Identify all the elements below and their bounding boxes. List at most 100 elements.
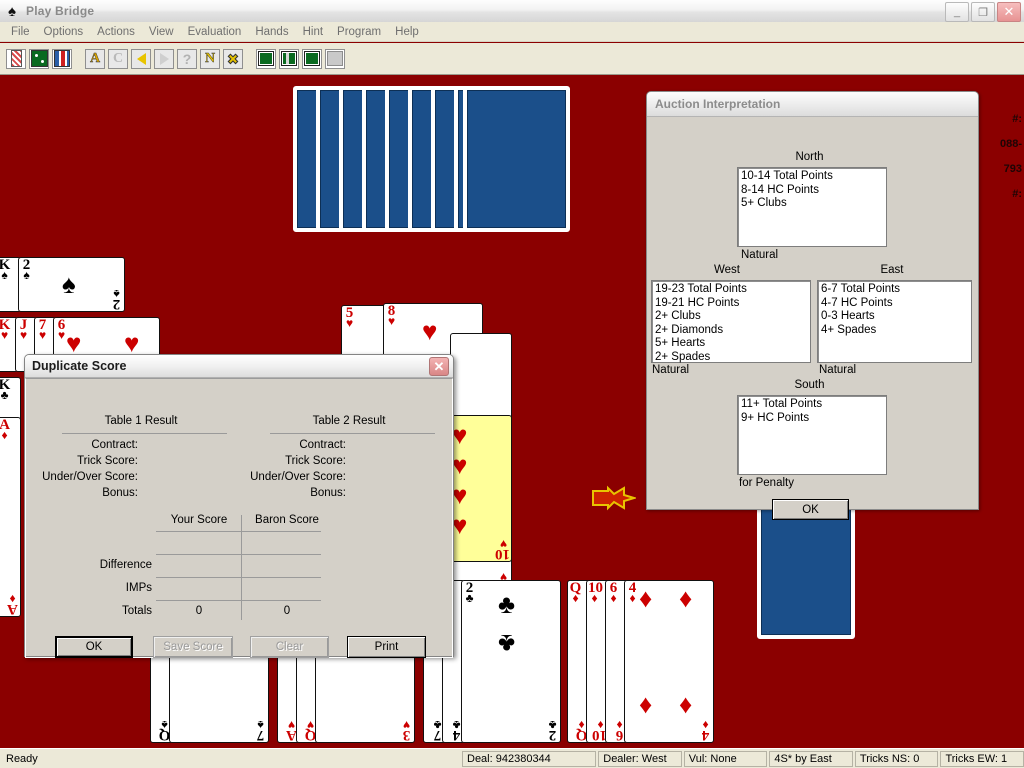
south-line-2: 9+ HC Points [741,412,883,426]
table2-field-trick: Trick Score: [254,455,346,467]
spade-app-icon: ♠ [4,3,20,19]
status-tricks-ew: Tricks EW: 1 [940,751,1024,767]
dialog-ok-label: OK [86,641,103,653]
table1-field-contract: Contract: [46,439,138,451]
edge-text-4: #: [1012,185,1022,203]
maximize-button[interactable]: ❐ [971,2,995,22]
auction-interpretation-window: Auction Interpretation North 10-14 Total… [646,91,979,510]
auction-body: North 10-14 Total Points 8-14 HC Points … [647,117,978,510]
menu-help[interactable]: Help [388,24,426,40]
status-deal: Deal: 942380344 [462,751,596,767]
south-card-4d[interactable]: 4♦ 4♦ ♦ ♦ ♦ ♦ [624,580,714,743]
facedown-card[interactable] [463,86,570,232]
replay-icon[interactable] [302,49,322,69]
dialog-save-score-label: Save Score [163,641,222,653]
dialog-body: Table 1 Result Contract: Trick Score: Un… [25,378,453,658]
dialog-save-score-button[interactable]: Save Score [153,636,233,658]
menu-actions[interactable]: Actions [90,24,142,40]
auction-title: Auction Interpretation [655,97,780,111]
north-bid-box: 10-14 Total Points 8-14 HC Points 5+ Clu… [737,167,887,247]
dialog-clear-button[interactable]: Clear [250,636,329,658]
south-bid-box: 11+ Total Points 9+ HC Points [737,395,887,475]
menu-file[interactable]: File [4,24,37,40]
dialog-ok-button[interactable]: OK [55,636,133,658]
auction-title-bar: Auction Interpretation [647,92,978,117]
east-line-4: 4+ Spades [821,324,968,338]
north-note: Natural [741,249,778,261]
score-table-icon[interactable] [256,49,276,69]
claim-icon[interactable]: ✖ [223,49,243,69]
west-line-1: 19-23 Total Points [655,283,807,297]
score-col-baron: Baron Score [244,514,330,526]
score-row-label-totals: Totals [66,605,152,617]
west-line-3: 2+ Clubs [655,310,807,324]
dialog-title: Duplicate Score [32,359,126,373]
east-line-2: 4-7 HC Points [821,297,968,311]
table2-field-bonus: Bonus: [254,487,346,499]
contract-icon[interactable]: C [108,49,128,69]
minimize-button[interactable]: _ [945,2,969,22]
score-row-label-imps: IMPs [66,582,152,594]
table1-field-underover: Under/Over Score: [32,471,138,483]
window-title: Play Bridge [26,4,94,18]
edge-text-1: #: [1012,110,1022,128]
status-bar: Ready Deal: 942380344 Dealer: West Vul: … [0,748,1024,768]
west-line-6: 2+ Spades [655,351,807,365]
hands-icon[interactable] [52,49,72,69]
status-dealer: Dealer: West [598,751,682,767]
previous-trick-icon[interactable] [131,49,151,69]
score-col-your: Your Score [156,514,242,526]
auction-icon[interactable]: A [85,49,105,69]
west-card-ad[interactable]: A♦ A♦ [0,417,21,617]
west-bid-box: 19-23 Total Points 19-21 HC Points 2+ Cl… [651,280,811,363]
west-line-5: 5+ Hearts [655,337,807,351]
east-bid-box: 6-7 Total Points 4-7 HC Points 0-3 Heart… [817,280,972,363]
west-note: Natural [652,364,689,376]
south-line-1: 11+ Total Points [741,398,883,412]
dialog-print-button[interactable]: Print [347,636,426,658]
east-line-3: 0-3 Hearts [821,310,968,324]
table2-field-contract: Contract: [254,439,346,451]
seat-label-east: East [812,264,972,276]
menu-hint[interactable]: Hint [296,24,330,40]
duplicate-score-dialog: Duplicate Score ✕ Table 1 Result Contrac… [24,354,454,657]
dialog-title-bar: Duplicate Score ✕ [25,355,453,378]
edge-text-2: 088- [1000,135,1022,153]
seat-label-north: North [647,151,972,163]
menu-options[interactable]: Options [37,24,91,40]
menu-bar: File Options Actions View Evaluation Han… [0,22,1024,42]
dialog-close-icon[interactable]: ✕ [429,357,449,376]
menu-program[interactable]: Program [330,24,388,40]
menu-evaluation[interactable]: Evaluation [181,24,249,40]
hint-icon[interactable]: ? [177,49,197,69]
next-trick-icon[interactable] [154,49,174,69]
south-card-2c[interactable]: 2♣ 2♣ ♣ ♣ [461,580,561,743]
status-ready: Ready [2,751,460,767]
status-contract: 4S* by East [769,751,853,767]
west-card-2s[interactable]: 2♠ 2♠ ♠ [18,257,125,312]
table1-heading: Table 1 Result [56,415,226,427]
blank-icon[interactable] [325,49,345,69]
auction-ok-button[interactable]: OK [772,499,849,520]
edge-text-3: 793 [1004,160,1022,178]
facedown-card-dummy[interactable] [757,505,855,639]
dialog-print-label: Print [375,641,399,653]
south-note: for Penalty [739,477,794,489]
table-icon[interactable] [29,49,49,69]
duplicate-icon[interactable] [279,49,299,69]
notrump-icon[interactable]: N [200,49,220,69]
window-controls: _ ❐ ✕ [945,2,1021,22]
deal-cards-icon[interactable] [6,49,26,69]
score-row-label-difference: Difference [66,559,152,571]
east-note: Natural [819,364,856,376]
table2-field-underover: Under/Over Score: [240,471,346,483]
title-bar: ♠ Play Bridge _ ❐ ✕ [0,0,1024,23]
west-line-4: 2+ Diamonds [655,324,807,338]
close-button[interactable]: ✕ [997,2,1021,22]
north-line-3: 5+ Clubs [741,197,883,211]
menu-view[interactable]: View [142,24,181,40]
table1-field-bonus: Bonus: [46,487,138,499]
east-line-1: 6-7 Total Points [821,283,968,297]
table1-field-trick: Trick Score: [46,455,138,467]
menu-hands[interactable]: Hands [248,24,295,40]
